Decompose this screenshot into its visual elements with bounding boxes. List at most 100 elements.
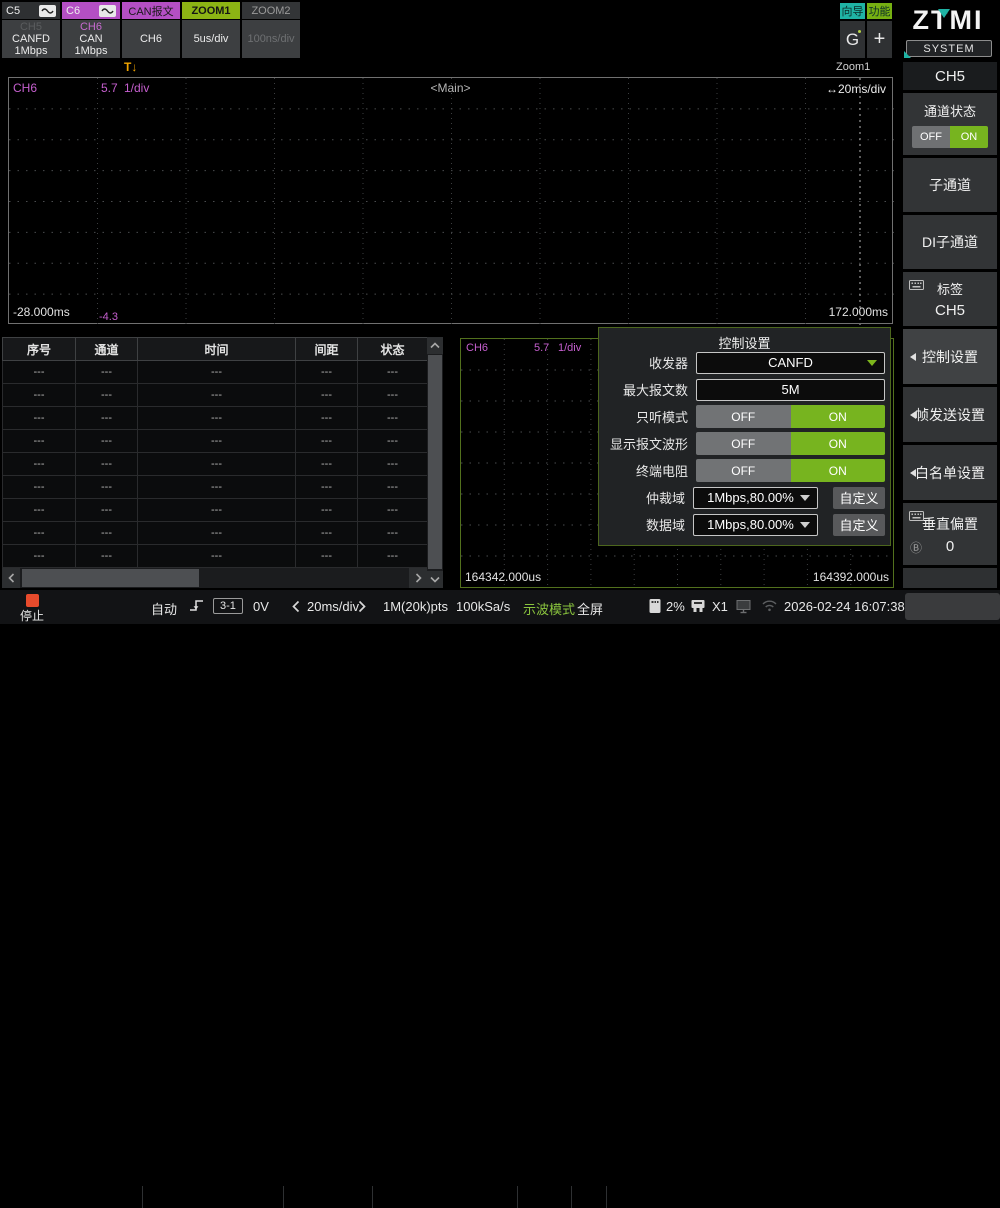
terminal-resistor-off-button[interactable]: OFF — [696, 459, 791, 482]
probe-icon[interactable] — [690, 598, 706, 619]
stop-icon[interactable] — [26, 594, 39, 607]
table-row[interactable]: --------------- — [3, 499, 428, 522]
arrow-left-icon — [910, 469, 916, 477]
sidebar-item-di-subchannel[interactable]: DI子通道 — [903, 215, 997, 269]
listen-only-on-button[interactable]: ON — [791, 405, 886, 428]
timebase-value[interactable]: 20ms/div — [307, 599, 359, 614]
arbitration-dropdown[interactable]: 1Mbps,80.00% — [693, 487, 818, 509]
off-label: OFF — [731, 410, 755, 424]
table-row[interactable]: --------------- — [3, 476, 428, 499]
sine-wave-icon — [39, 5, 56, 17]
keyboard-icon — [909, 508, 924, 526]
table-row[interactable]: --------------- — [3, 453, 428, 476]
timebase-decrease-button[interactable] — [292, 600, 300, 618]
listen-only-off-button[interactable]: OFF — [696, 405, 791, 428]
main-waveform-area[interactable]: CH6 5.7 1/div <Main> ↔20ms/div -28.000ms… — [8, 77, 893, 324]
table-cell: --- — [76, 476, 138, 499]
max-frames-field[interactable]: 5M — [696, 379, 885, 401]
hscroll-thumb[interactable] — [22, 569, 199, 587]
sidebar-channel-header: CH5 — [903, 62, 997, 90]
table-cell: --- — [296, 384, 358, 407]
sidebar-item-whitelist-settings[interactable]: 白名单设置 — [903, 445, 997, 500]
terminal-resistor-on-button[interactable]: ON — [791, 459, 886, 482]
status-corner-panel[interactable] — [905, 593, 1000, 620]
arbitration-row: 仲裁域 1Mbps,80.00% 自定义 — [599, 484, 890, 511]
sidebar-item-label[interactable]: 标签 CH5 — [903, 272, 997, 326]
display-icon[interactable] — [736, 599, 752, 619]
zoom-scale-label: 1/div — [558, 342, 581, 354]
timebase-increase-button[interactable] — [358, 600, 366, 618]
table-row[interactable]: --------------- — [3, 384, 428, 407]
table-row[interactable]: --------------- — [3, 361, 428, 384]
message-table-body: ----------------------------------------… — [3, 361, 428, 568]
system-button[interactable]: SYSTEM — [906, 40, 992, 57]
falling-edge-trigger-icon[interactable] — [189, 598, 205, 619]
max-frames-value: 5M — [781, 382, 799, 397]
channel-on-button[interactable]: ON — [950, 126, 988, 148]
record-length-value[interactable]: 1M(20k)pts — [383, 599, 448, 614]
sine-wave-icon — [99, 5, 116, 17]
wifi-icon[interactable] — [761, 598, 778, 617]
table-hscrollbar[interactable] — [2, 568, 427, 588]
table-row[interactable]: --------------- — [3, 545, 428, 568]
function-button[interactable]: 功能 — [867, 3, 892, 19]
scope-mode-button[interactable]: 示波模式 — [523, 599, 575, 618]
table-cell: --- — [76, 384, 138, 407]
arbitration-custom-button[interactable]: 自定义 — [833, 487, 885, 509]
sidebar-item-subchannel[interactable]: 子通道 — [903, 158, 997, 212]
trigger-position-marker[interactable]: T↓ — [124, 60, 137, 74]
add-button[interactable]: + — [867, 21, 892, 58]
fullscreen-button[interactable]: 全屏 — [577, 599, 603, 618]
table-cell: --- — [76, 545, 138, 568]
trigger-level-value[interactable]: 0V — [253, 599, 269, 614]
guide-button[interactable]: G — [840, 21, 865, 58]
main-cursor-value: -4.3 — [99, 311, 118, 323]
tab-can-message[interactable]: CAN报文 CH6 — [122, 2, 180, 58]
data-field-custom-button[interactable]: 自定义 — [833, 514, 885, 536]
show-waveform-off-button[interactable]: OFF — [696, 432, 791, 455]
show-waveform-on-button[interactable]: ON — [791, 432, 886, 455]
zoom-time-right: 164392.000us — [813, 570, 889, 584]
max-frames-row: 最大报文数 5M — [599, 376, 890, 403]
scroll-up-button[interactable] — [427, 337, 443, 354]
sidebar-item-frame-send-settings[interactable]: 帧发送设置 — [903, 387, 997, 442]
vscroll-thumb[interactable] — [428, 355, 442, 569]
scroll-right-button[interactable] — [409, 568, 427, 588]
tab-ch6-title: C6 — [66, 5, 80, 17]
data-field-dropdown[interactable]: 1Mbps,80.00% — [693, 514, 818, 536]
tab-ch6[interactable]: C6 CH6 CAN 1Mbps — [62, 2, 120, 58]
scroll-left-button[interactable] — [2, 568, 20, 588]
tab-zoom2[interactable]: ZOOM2 100ns/div — [242, 2, 300, 58]
tab-ch5[interactable]: C5 CH5 CANFD 1Mbps — [2, 2, 60, 58]
table-row[interactable]: --------------- — [3, 407, 428, 430]
transceiver-label: 收发器 — [599, 353, 696, 372]
storage-icon[interactable] — [648, 598, 662, 619]
table-vscrollbar[interactable] — [427, 337, 443, 588]
terminal-resistor-label: 终端电阻 — [599, 461, 696, 480]
table-row[interactable]: --------------- — [3, 522, 428, 545]
function-label: 功能 — [869, 3, 891, 19]
tab-zoom1[interactable]: ZOOM1 5us/div — [182, 2, 240, 58]
off-label: OFF — [731, 437, 755, 451]
scroll-down-button[interactable] — [427, 571, 443, 588]
table-cell: --- — [76, 430, 138, 453]
table-header-cell[interactable]: 间距 — [296, 338, 358, 361]
table-header-cell[interactable]: 序号 — [3, 338, 76, 361]
trigger-mode-label[interactable]: 自动 — [151, 599, 177, 618]
table-row[interactable]: --------------- — [3, 430, 428, 453]
probe-attenuation[interactable]: X1 — [712, 599, 728, 614]
stop-label[interactable]: 停止 — [20, 607, 44, 624]
sidebar-item-vertical-offset[interactable]: 垂直偏置 Ⓑ 0 — [903, 503, 997, 565]
transceiver-dropdown[interactable]: CANFD — [696, 352, 885, 374]
table-cell: --- — [358, 476, 428, 499]
datetime-display: 2026-02-24 16:07:38 — [784, 599, 905, 614]
main-time-right: 172.000ms — [829, 305, 888, 319]
channel-off-button[interactable]: OFF — [912, 126, 950, 148]
sidebar-item-control-settings[interactable]: 控制设置 — [903, 329, 997, 384]
trigger-source-badge[interactable]: 3-1 — [213, 598, 243, 614]
wizard-button[interactable]: 向导 — [840, 3, 865, 19]
table-header-cell[interactable]: 通道 — [76, 338, 138, 361]
table-header-cell[interactable]: 状态 — [358, 338, 428, 361]
table-header-cell[interactable]: 时间 — [138, 338, 296, 361]
sidebar-channel-state-panel: 通道状态 OFF ON — [903, 93, 997, 155]
